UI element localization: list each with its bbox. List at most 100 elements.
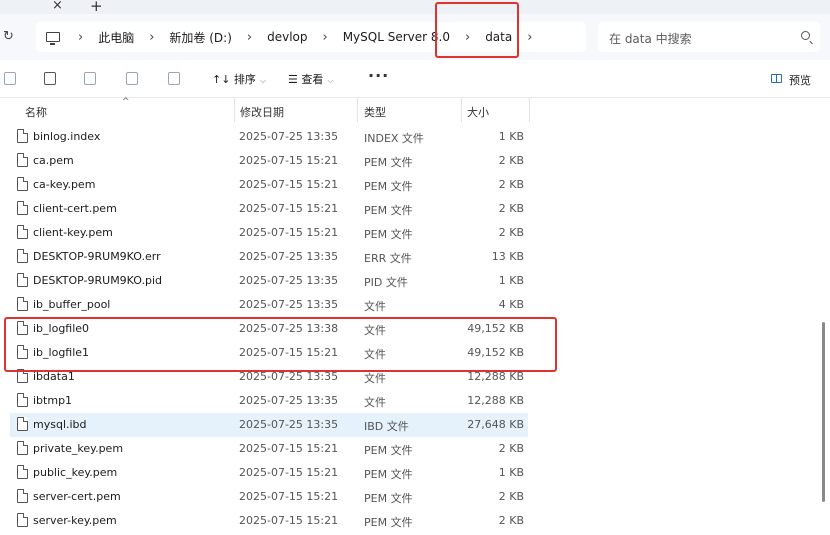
refresh-icon[interactable]: ↻: [3, 29, 14, 44]
file-size: 2 KB: [498, 178, 524, 191]
file-name: server-cert.pem: [33, 490, 121, 503]
breadcrumb-separator[interactable]: ›: [149, 30, 154, 45]
column-divider[interactable]: [234, 98, 235, 122]
file-name: private_key.pem: [33, 442, 124, 455]
file-date: 2025-07-25 13:35: [239, 274, 339, 287]
highlight-box-logfiles: [4, 317, 557, 372]
column-divider[interactable]: [357, 98, 358, 122]
breadcrumb-separator[interactable]: ›: [527, 30, 532, 45]
file-type: INDEX 文件: [364, 132, 424, 145]
file-size: 12,288 KB: [467, 394, 524, 407]
file-row[interactable]: ca.pem 2025-07-15 15:21 PEM 文件 2 KB: [10, 149, 528, 173]
file-icon: [17, 465, 28, 479]
sort-label: ↑↓ 排序: [212, 73, 256, 86]
file-date: 2025-07-25 13:35: [239, 250, 339, 263]
file-type: 文件: [364, 300, 386, 313]
new-tab-button[interactable]: +: [90, 0, 103, 15]
sort-button[interactable]: ↑↓ 排序 ⌵: [212, 71, 266, 87]
column-header-type[interactable]: 类型: [364, 104, 386, 120]
file-row[interactable]: client-cert.pem 2025-07-15 15:21 PEM 文件 2 K…: [10, 197, 528, 221]
file-size: 1 KB: [498, 466, 524, 479]
file-size: 2 KB: [498, 202, 524, 215]
breadcrumb-volume-d[interactable]: 新加卷 (D:): [169, 29, 231, 46]
column-header-row: ^ 名称 修改日期 类型 大小: [0, 97, 830, 122]
tab-strip: × +: [0, 0, 830, 15]
file-row[interactable]: client-key.pem 2025-07-15 15:21 PEM 文件 2 KB: [10, 221, 528, 245]
search-icon[interactable]: [801, 31, 810, 40]
file-icon: [17, 201, 28, 215]
file-row[interactable]: ibtmp1 2025-07-25 13:35 文件 12,288 KB: [10, 389, 528, 413]
file-row[interactable]: DESKTOP-9RUM9KO.err 2025-07-25 13:35 ERR 文…: [10, 245, 528, 269]
file-date: 2025-07-25 13:35: [239, 130, 339, 143]
file-type: PID 文件: [364, 276, 408, 289]
file-type: PEM 文件: [364, 204, 413, 217]
file-row[interactable]: DESKTOP-9RUM9KO.pid 2025-07-25 13:35 PID 文…: [10, 269, 528, 293]
file-type: PEM 文件: [364, 516, 413, 529]
column-header-size[interactable]: 大小: [467, 104, 489, 120]
file-icon: [17, 417, 28, 431]
breadcrumb-separator[interactable]: ›: [78, 30, 83, 45]
file-row[interactable]: ib_buffer_pool 2025-07-25 13:35 文件 4 KB: [10, 293, 528, 317]
file-date: 2025-07-25 13:35: [239, 418, 339, 431]
file-type: ERR 文件: [364, 252, 412, 265]
search-input[interactable]: 在 data 中搜索: [598, 22, 820, 52]
file-date: 2025-07-25 13:35: [239, 298, 339, 311]
file-name: DESKTOP-9RUM9KO.pid: [33, 274, 163, 287]
rename-icon[interactable]: [84, 72, 96, 85]
file-date: 2025-07-15 15:21: [239, 442, 339, 455]
file-icon: [17, 489, 28, 503]
file-name: client-cert.pem: [33, 202, 117, 215]
preview-button[interactable]: 预览: [789, 72, 811, 88]
file-date: 2025-07-15 15:21: [239, 202, 339, 215]
column-divider[interactable]: [529, 98, 530, 122]
file-name: mysql.ibd: [33, 418, 87, 431]
file-type: PEM 文件: [364, 228, 413, 241]
breadcrumb-mysql-server[interactable]: MySQL Server 8.0: [343, 30, 450, 44]
breadcrumb-separator[interactable]: ›: [247, 30, 252, 45]
file-size: 13 KB: [491, 250, 524, 263]
file-type: 文件: [364, 372, 386, 385]
file-size: 2 KB: [498, 490, 524, 503]
file-name: ib_buffer_pool: [33, 298, 111, 311]
file-size: 2 KB: [498, 226, 524, 239]
paste-icon[interactable]: [44, 72, 56, 85]
view-label: ☰ 查看: [288, 73, 324, 86]
file-row[interactable]: server-cert.pem 2025-07-15 15:21 PEM 文件 2 K…: [10, 485, 528, 509]
breadcrumb-separator[interactable]: ›: [323, 30, 328, 45]
file-type: 文件: [364, 396, 386, 409]
file-icon: [17, 129, 28, 143]
file-row[interactable]: private_key.pem 2025-07-15 15:21 PEM 文件 2 K…: [10, 437, 528, 461]
file-name: ca-key.pem: [33, 178, 96, 191]
breadcrumb-devlop[interactable]: devlop: [267, 30, 307, 44]
vertical-scrollbar[interactable]: [822, 322, 825, 502]
sort-ascending-icon: ^: [122, 97, 130, 107]
file-type: PEM 文件: [364, 156, 413, 169]
breadcrumb-this-pc[interactable]: 此电脑: [98, 29, 134, 46]
view-button[interactable]: ☰ 查看 ⌵: [288, 71, 333, 87]
more-options-button[interactable]: ···: [368, 66, 389, 85]
search-placeholder: 在 data 中搜索: [609, 32, 692, 46]
column-divider[interactable]: [461, 98, 462, 122]
file-name: DESKTOP-9RUM9KO.err: [33, 250, 161, 263]
file-icon: [17, 177, 28, 191]
file-icon: [17, 393, 28, 407]
copy-icon[interactable]: [4, 72, 16, 85]
share-icon[interactable]: [126, 72, 138, 85]
column-header-date[interactable]: 修改日期: [240, 104, 284, 120]
file-name: ca.pem: [33, 154, 74, 167]
column-header-name[interactable]: 名称: [25, 104, 47, 120]
file-date: 2025-07-25 13:35: [239, 394, 339, 407]
file-row[interactable]: public_key.pem 2025-07-15 15:21 PEM 文件 1 KB: [10, 461, 528, 485]
file-icon: [17, 273, 28, 287]
file-row[interactable]: binlog.index 2025-07-25 13:35 INDEX 文件 1 KB: [10, 125, 528, 149]
file-row[interactable]: ca-key.pem 2025-07-15 15:21 PEM 文件 2 KB: [10, 173, 528, 197]
chevron-down-icon: ⌵: [327, 76, 334, 85]
preview-pane-icon[interactable]: [771, 74, 782, 83]
file-row[interactable]: server-key.pem 2025-07-15 15:21 PEM 文件 2 KB: [10, 509, 528, 533]
tab-close-button[interactable]: ×: [52, 0, 63, 13]
delete-icon[interactable]: [168, 72, 180, 85]
file-date: 2025-07-15 15:21: [239, 154, 339, 167]
file-icon: [17, 513, 28, 527]
file-row-selected[interactable]: mysql.ibd 2025-07-25 13:35 IBD 文件 27,648 KB: [10, 413, 528, 437]
computer-icon[interactable]: [46, 32, 60, 45]
